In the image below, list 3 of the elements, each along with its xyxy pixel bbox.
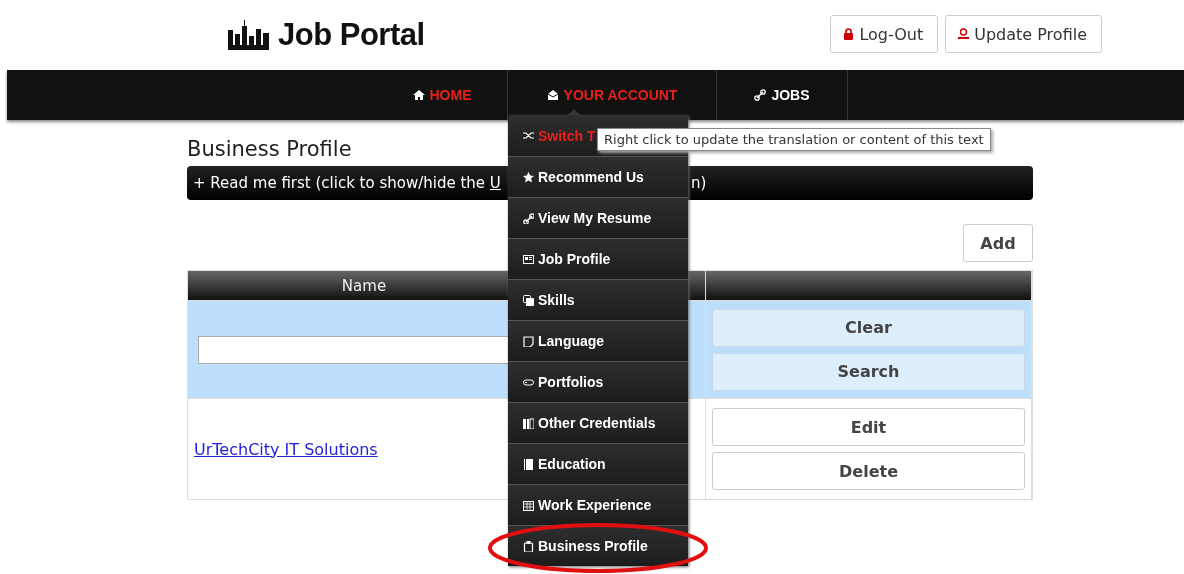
site-logo: Job Portal: [278, 17, 425, 53]
page-title: Business Profile: [187, 137, 352, 163]
tooltip: Right click to update the translation or content of this text: [597, 128, 991, 151]
